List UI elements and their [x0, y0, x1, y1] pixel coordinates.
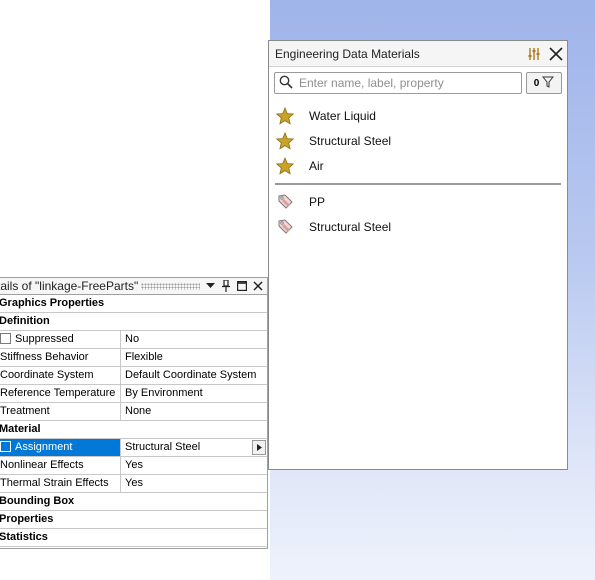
material-item-water-liquid[interactable]: Water Liquid [275, 103, 567, 128]
property-label: Suppressed [15, 333, 74, 345]
options-icon[interactable] [523, 43, 545, 65]
property-label: Thermal Strain Effects [0, 475, 121, 492]
property-key: Suppressed [0, 331, 121, 348]
assignment-value: Structural Steel [125, 441, 201, 453]
material-item-air[interactable]: Air [275, 153, 567, 178]
details-title: tails of "linkage-FreeParts" [0, 279, 139, 293]
maximize-icon[interactable] [235, 279, 249, 293]
property-row-coordinate-system[interactable]: Coordinate System Default Coordinate Sys… [0, 367, 267, 385]
material-label: PP [309, 194, 326, 209]
section-label: Graphics Properties [0, 297, 105, 309]
chevron-right-icon[interactable] [252, 440, 266, 455]
material-item-pp[interactable]: PP [275, 189, 567, 214]
section-definition[interactable]: Definition [0, 313, 267, 331]
star-icon [275, 156, 295, 176]
property-key: Assignment [0, 439, 121, 456]
property-value[interactable]: Structural Steel [121, 439, 267, 456]
property-label: Assignment [15, 441, 73, 453]
property-label: Coordinate System [0, 367, 121, 384]
material-label: Air [309, 158, 324, 173]
section-graphics-properties[interactable]: Graphics Properties [0, 295, 267, 313]
material-item-structural-steel[interactable]: Structural Steel [275, 128, 567, 153]
star-icon [275, 106, 295, 126]
filter-icon [542, 76, 555, 91]
property-value[interactable]: Flexible [121, 349, 267, 366]
favorite-materials-list: Water Liquid Structural Steel Air [269, 103, 567, 178]
property-row-treatment[interactable]: Treatment None [0, 403, 267, 421]
section-statistics[interactable]: Statistics [0, 529, 267, 547]
search-input[interactable] [299, 76, 519, 90]
section-label: Statistics [0, 531, 48, 543]
property-value[interactable]: Yes [121, 475, 267, 492]
property-row-nonlinear-effects[interactable]: Nonlinear Effects Yes [0, 457, 267, 475]
property-value[interactable]: By Environment [121, 385, 267, 402]
section-label: Material [0, 423, 41, 435]
close-icon[interactable] [251, 279, 265, 293]
engineering-data-panel: Engineering Data Materials Enter name, l… [268, 40, 568, 470]
section-label: Bounding Box [0, 495, 75, 507]
property-value[interactable]: Yes [121, 457, 267, 474]
property-label: Stiffness Behavior [0, 349, 121, 366]
property-label: Nonlinear Effects [0, 457, 121, 474]
section-material[interactable]: Material [0, 421, 267, 439]
tag-icon [275, 217, 295, 237]
drag-grip[interactable] [141, 282, 200, 290]
material-item-structural-steel-tagged[interactable]: Structural Steel [275, 214, 567, 239]
tag-icon [275, 192, 295, 212]
search-box[interactable] [274, 72, 522, 94]
section-properties[interactable]: Properties [0, 511, 267, 529]
property-label: Reference Temperature [0, 385, 121, 402]
panel-title: Engineering Data Materials [275, 46, 420, 61]
material-label: Structural Steel [309, 133, 392, 148]
property-value[interactable]: None [121, 403, 267, 420]
property-row-thermal-strain-effects[interactable]: Thermal Strain Effects Yes [0, 475, 267, 493]
list-divider [275, 183, 561, 185]
property-row-suppressed[interactable]: Suppressed No [0, 331, 267, 349]
panel-header: Engineering Data Materials [269, 41, 567, 67]
property-row-assignment[interactable]: Assignment Structural Steel [0, 439, 267, 457]
property-value[interactable]: No [121, 331, 267, 348]
details-header: tails of "linkage-FreeParts" [0, 278, 267, 295]
details-panel: tails of "linkage-FreeParts" Graphics Pr… [0, 277, 268, 549]
checkbox[interactable] [0, 333, 11, 344]
property-row-stiffness-behavior[interactable]: Stiffness Behavior Flexible [0, 349, 267, 367]
property-label: Treatment [0, 403, 121, 420]
property-row-reference-temperature[interactable]: Reference Temperature By Environment [0, 385, 267, 403]
material-label: Structural Steel [309, 219, 392, 234]
filter-button[interactable]: 0 [526, 72, 562, 94]
section-bounding-box[interactable]: Bounding Box [0, 493, 267, 511]
checkbox[interactable] [0, 441, 11, 452]
search-icon [279, 75, 293, 92]
property-value[interactable]: Default Coordinate System [121, 367, 267, 384]
section-label: Properties [0, 513, 54, 525]
section-label: Definition [0, 315, 50, 327]
pin-icon[interactable] [219, 279, 233, 293]
close-icon[interactable] [545, 43, 567, 65]
filter-count: 0 [533, 77, 540, 89]
star-icon [275, 131, 295, 151]
tagged-materials-list: PP Structural Steel [269, 189, 567, 239]
search-row: 0 [269, 69, 567, 97]
dropdown-arrow-icon[interactable] [203, 279, 217, 293]
material-label: Water Liquid [309, 108, 376, 123]
